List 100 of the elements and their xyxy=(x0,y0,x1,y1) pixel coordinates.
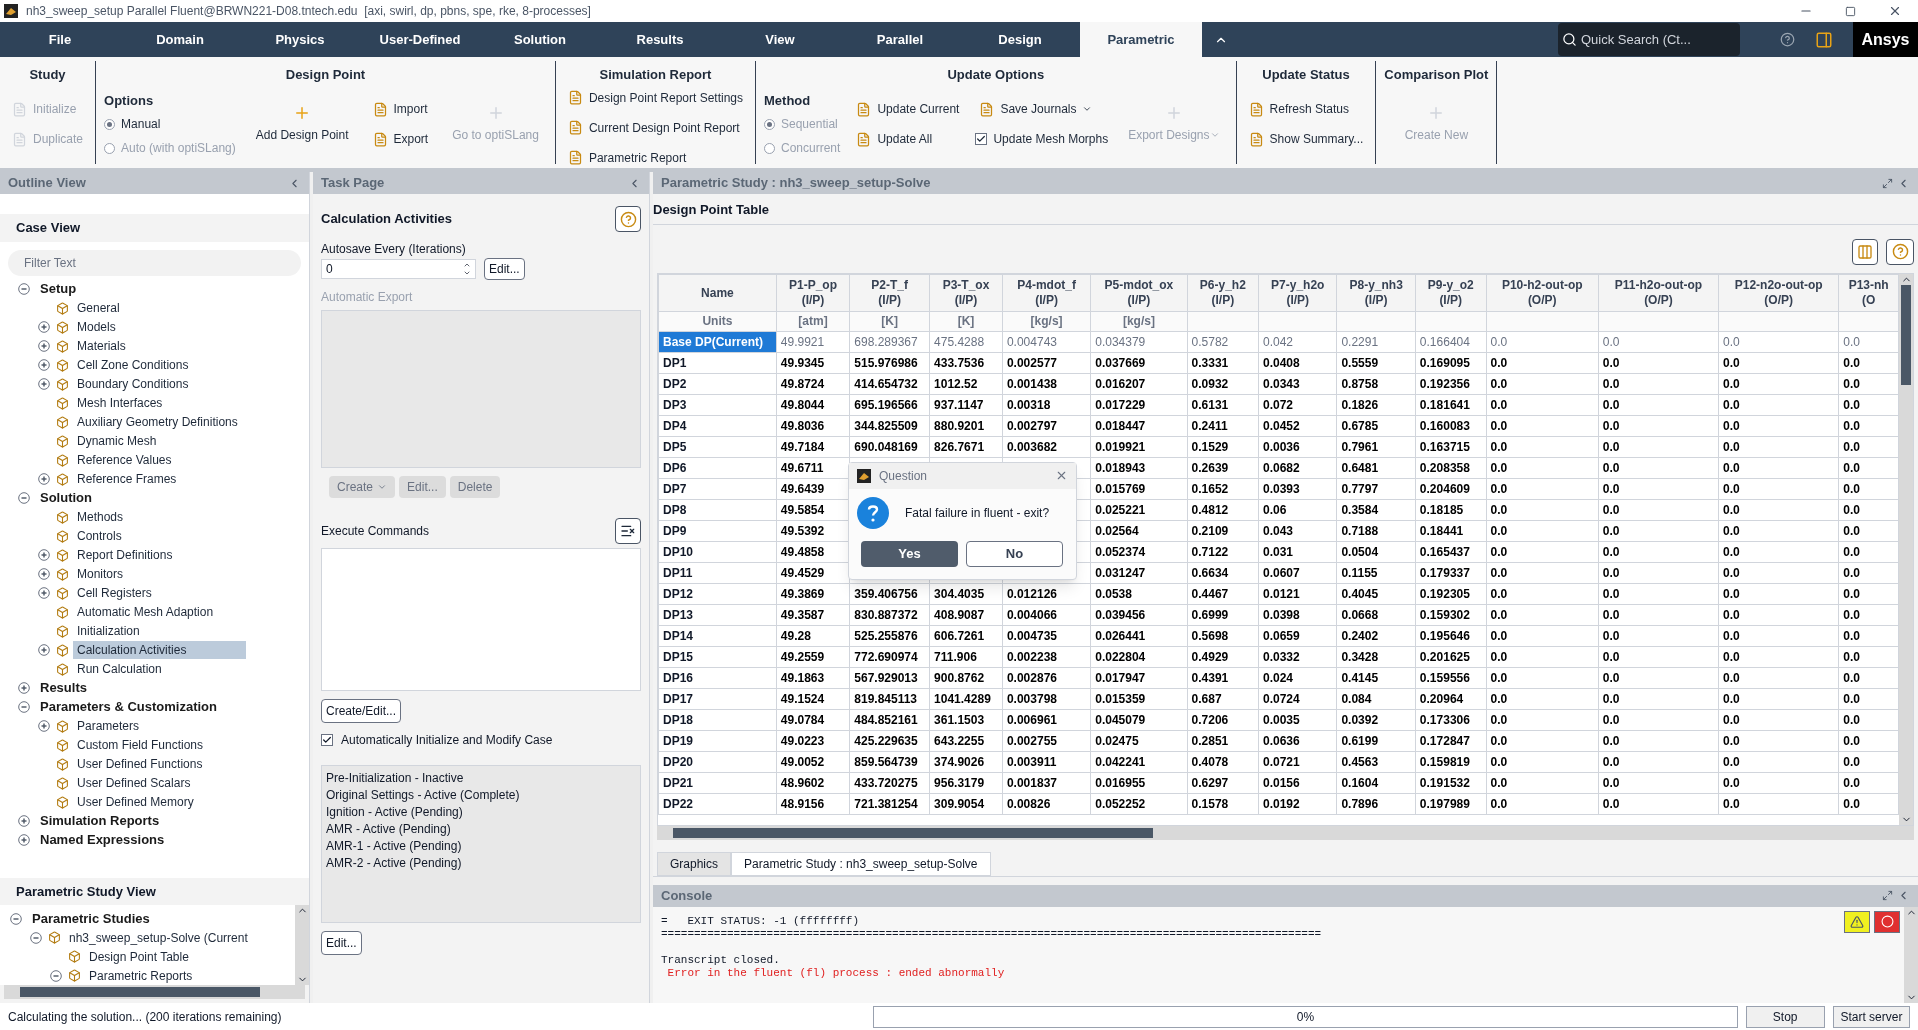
warning-button[interactable] xyxy=(1844,910,1870,933)
row-name-cell[interactable]: DP16 xyxy=(658,667,777,688)
row-name-cell[interactable]: DP10 xyxy=(658,541,777,562)
maximize-icon[interactable] xyxy=(1845,5,1856,17)
help-button[interactable] xyxy=(615,206,641,232)
row-name-cell[interactable]: DP21 xyxy=(658,772,777,793)
row-name-cell[interactable]: DP5 xyxy=(658,436,777,457)
row-name-cell[interactable]: DP3 xyxy=(658,394,777,415)
activity-item[interactable]: Original Settings - Active (Complete) xyxy=(326,787,636,804)
create-edit-button[interactable]: Create/Edit... xyxy=(321,699,402,723)
clear-list-button[interactable] xyxy=(615,518,641,544)
tree-item[interactable]: Report Definitions xyxy=(73,546,177,564)
dialog-button[interactable]: Yes xyxy=(861,540,958,567)
help-button[interactable] xyxy=(1886,238,1914,265)
collapse-toggle[interactable] xyxy=(10,912,22,925)
document-tab[interactable]: Parametric Study : nh3_sweep_setup-Solve xyxy=(731,851,991,876)
help-icon[interactable] xyxy=(1780,32,1795,47)
menu-tab[interactable]: User-Defined xyxy=(360,22,480,57)
ribbon-button[interactable]: Save Journals xyxy=(975,96,1109,123)
tree-item[interactable]: Controls xyxy=(73,527,126,545)
row-name-cell[interactable]: DP9 xyxy=(658,520,777,541)
tree-item[interactable]: Boundary Conditions xyxy=(73,375,193,393)
activity-item[interactable]: Pre-Initialization - Inactive xyxy=(326,770,636,787)
vertical-scrollbar[interactable] xyxy=(1904,906,1918,1003)
ribbon-button[interactable]: Add Design Point xyxy=(247,94,357,155)
tree-item[interactable]: Parametric Studies xyxy=(28,908,154,929)
expand-toggle[interactable] xyxy=(38,720,50,732)
tree-item[interactable]: Custom Field Functions xyxy=(73,736,208,754)
edit-button[interactable]: Edit... xyxy=(484,258,525,280)
tree-item[interactable]: Parametric Reports xyxy=(85,966,197,985)
column-header[interactable]: P10-h2-out-op (O/P) xyxy=(1486,274,1599,311)
tree-item[interactable]: Mesh Interfaces xyxy=(73,394,167,412)
activity-item[interactable]: AMR-1 - Active (Pending) xyxy=(326,838,636,855)
scrollbar-thumb[interactable] xyxy=(1901,284,1911,385)
tree-item[interactable]: Named Expressions xyxy=(36,830,169,850)
row-name-cell[interactable]: DP19 xyxy=(658,730,777,751)
panel-icon[interactable] xyxy=(1815,30,1833,49)
tree-item[interactable]: Automatic Mesh Adaption xyxy=(73,603,218,621)
menu-tab[interactable]: Physics xyxy=(240,22,360,57)
row-name-cell[interactable]: DP6 xyxy=(658,457,777,478)
column-header[interactable]: P12-n2o-out-op (O/P) xyxy=(1718,274,1839,311)
column-header[interactable]: P13-nh (O xyxy=(1838,274,1899,311)
row-name-cell[interactable]: Base DP(Current) xyxy=(658,331,777,352)
tree-item[interactable]: General xyxy=(73,299,124,317)
tree-item[interactable]: User Defined Functions xyxy=(73,755,207,773)
tree-item[interactable]: Parameters & Customization xyxy=(36,697,221,717)
close-icon[interactable] xyxy=(1888,4,1902,18)
column-header[interactable]: P2-T_f (I/P) xyxy=(849,274,930,311)
tree-item[interactable]: Design Point Table xyxy=(85,947,193,966)
vertical-scrollbar[interactable] xyxy=(1899,273,1913,825)
row-name-cell[interactable]: DP4 xyxy=(658,415,777,436)
ribbon-button[interactable]: Export xyxy=(368,126,433,153)
menu-tab[interactable]: Results xyxy=(600,22,720,57)
ribbon-button[interactable]: Parametric Report xyxy=(563,144,747,171)
row-name-cell[interactable]: DP20 xyxy=(658,751,777,772)
row-name-cell[interactable]: DP17 xyxy=(658,688,777,709)
close-icon[interactable] xyxy=(1055,469,1068,482)
expand-toggle[interactable] xyxy=(38,340,50,352)
tree-item[interactable]: Parameters xyxy=(73,717,144,735)
menu-tab[interactable]: File xyxy=(0,22,120,57)
column-header[interactable]: P11-h2o-out-op (O/P) xyxy=(1598,274,1719,311)
row-name-cell[interactable]: DP12 xyxy=(658,583,777,604)
menu-tab[interactable]: Parallel xyxy=(840,22,960,57)
ribbon-button[interactable]: Update Current xyxy=(852,96,964,123)
tree-item[interactable]: Solution xyxy=(36,488,96,508)
column-header[interactable]: P8-y_nh3 (I/P) xyxy=(1336,274,1416,311)
activity-item[interactable]: Ignition - Active (Pending) xyxy=(326,804,636,821)
column-header[interactable]: P3-T_ox (I/P) xyxy=(929,274,1003,311)
row-name-cell[interactable]: DP18 xyxy=(658,709,777,730)
search-input[interactable]: Quick Search (Ct... xyxy=(1581,29,1731,50)
menu-tab[interactable]: View xyxy=(720,22,840,57)
ribbon-button[interactable]: Refresh Status xyxy=(1244,96,1368,123)
menu-tab[interactable]: Domain xyxy=(120,22,240,57)
row-name-cell[interactable]: DP15 xyxy=(658,646,777,667)
tree-item[interactable]: Setup xyxy=(36,279,81,299)
radio-button[interactable] xyxy=(104,118,116,130)
column-header[interactable]: P5-mdot_ox (I/P) xyxy=(1090,274,1188,311)
menu-tab[interactable]: Design xyxy=(960,22,1080,57)
ribbon-button[interactable]: Current Design Point Report xyxy=(563,114,747,141)
menu-tab[interactable]: Solution xyxy=(480,22,600,57)
tree-item[interactable]: Simulation Reports xyxy=(36,811,164,831)
ribbon-button[interactable]: Update All xyxy=(852,126,964,153)
status-button[interactable]: Stop xyxy=(1745,1005,1825,1028)
tree-item[interactable]: Materials xyxy=(73,337,130,355)
row-name-cell[interactable]: DP7 xyxy=(658,478,777,499)
tree-item[interactable]: User Defined Memory xyxy=(73,793,198,811)
tree-item[interactable]: Reference Values xyxy=(73,451,176,469)
row-name-cell[interactable]: DP11 xyxy=(658,562,777,583)
row-name-cell[interactable]: DP22 xyxy=(658,793,777,814)
ribbon-button[interactable]: Show Summary... xyxy=(1244,126,1368,153)
status-button[interactable]: Start server xyxy=(1832,1005,1910,1028)
expand-toggle[interactable] xyxy=(18,815,30,827)
float-icon[interactable] xyxy=(1882,890,1893,901)
checkbox[interactable] xyxy=(321,734,333,746)
tree-item[interactable]: Dynamic Mesh xyxy=(73,432,161,450)
vertical-scrollbar[interactable] xyxy=(295,905,309,985)
column-header[interactable]: P9-y_o2 (I/P) xyxy=(1415,274,1487,311)
number-field[interactable]: 0 xyxy=(321,259,476,279)
expand-toggle[interactable] xyxy=(38,587,50,599)
expand-toggle[interactable] xyxy=(38,321,50,333)
